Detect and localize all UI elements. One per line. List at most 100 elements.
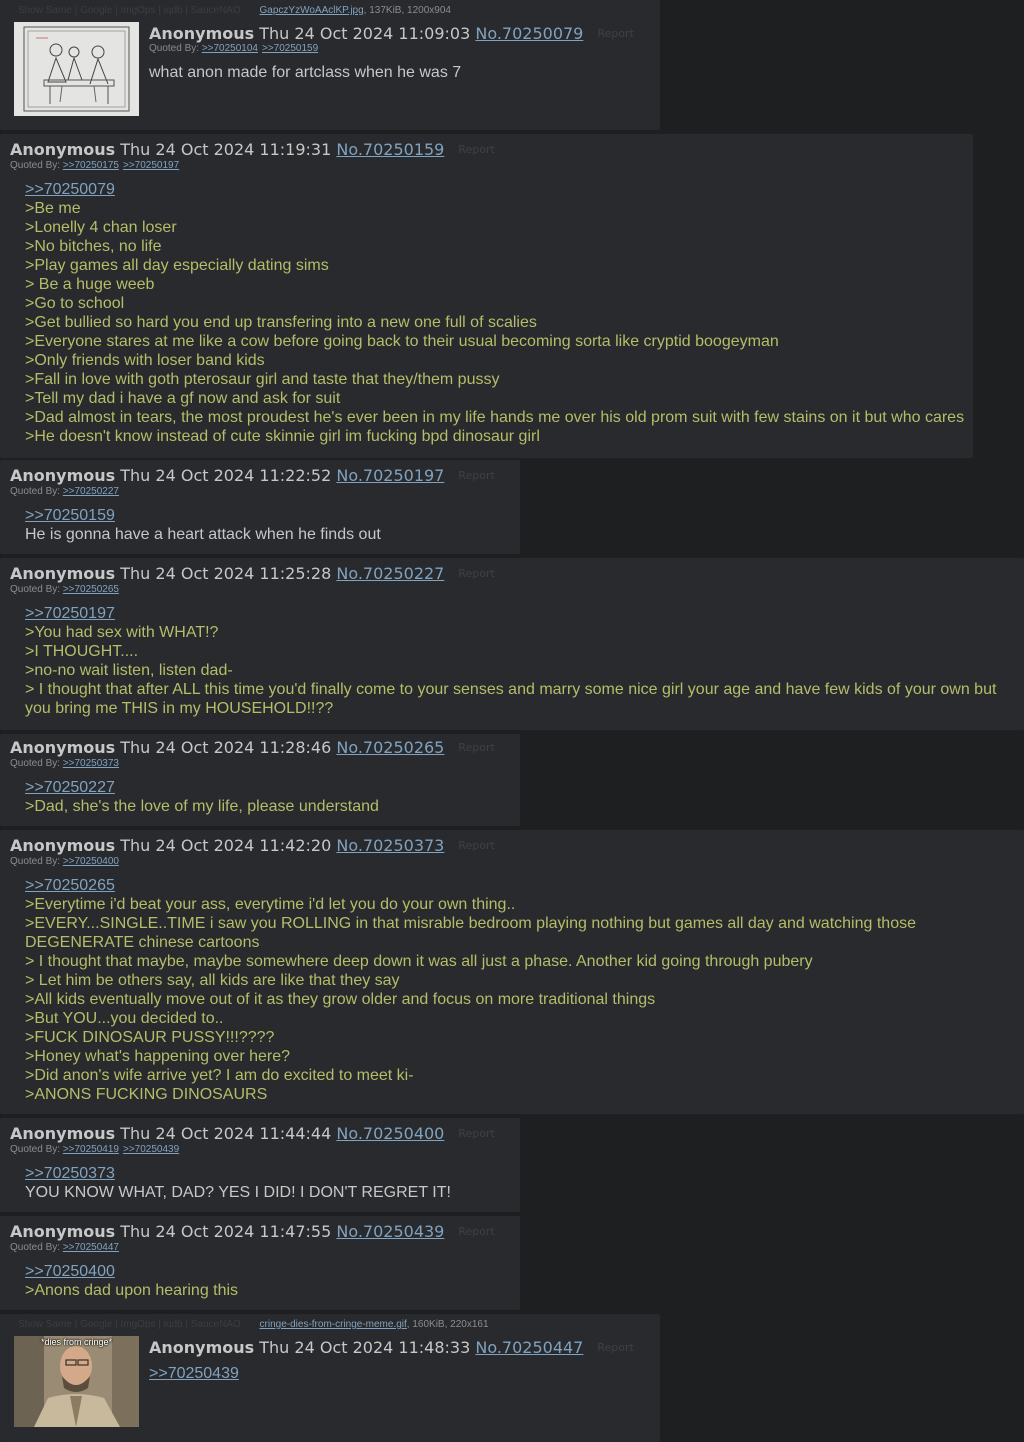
file-option-iqdb[interactable]: iqdb <box>164 5 183 16</box>
message-line: YOU KNOW WHAT, DAD? YES I DID! I DON'T R… <box>25 1184 451 1201</box>
post: Anonymous Thu 24 Oct 2024 11:47:55 No.70… <box>0 1216 520 1310</box>
report-link[interactable]: Report <box>458 839 494 852</box>
file-option-iqdb[interactable]: iqdb <box>164 1319 183 1330</box>
post-number-link[interactable]: No.70250079 <box>475 24 583 43</box>
quote-link[interactable]: >>70250159 <box>25 506 515 525</box>
post-number-link[interactable]: No.70250265 <box>336 738 444 757</box>
greentext-line: > I thought that after ALL this time you… <box>25 681 997 717</box>
post-number-link[interactable]: No.70250447 <box>475 1338 583 1357</box>
greentext-line: >All kids eventually move out of it as t… <box>25 991 656 1008</box>
greentext-line: >Everytime i'd beat your ass, everytime … <box>25 896 516 913</box>
file-name-link[interactable]: GapczYzWoAAclKP.jpg <box>260 5 364 16</box>
post-thumbnail[interactable] <box>14 22 139 116</box>
poster-name: Anonymous <box>10 564 116 583</box>
post-date: Thu 24 Oct 2024 11:44:44 <box>120 1124 332 1143</box>
greentext-line: >Honey what's happening over here? <box>25 1048 291 1065</box>
post-date: Thu 24 Oct 2024 11:22:52 <box>120 466 332 485</box>
post-date: Thu 24 Oct 2024 11:42:20 <box>120 836 332 855</box>
post-header: Anonymous Thu 24 Oct 2024 11:44:44 No.70… <box>10 1124 495 1144</box>
quote-link[interactable]: >>70250439 <box>149 1364 649 1383</box>
backlink[interactable]: >>70250197 <box>123 160 179 171</box>
post-number-link[interactable]: No.70250373 <box>336 836 444 855</box>
post-date: Thu 24 Oct 2024 11:47:55 <box>120 1222 332 1241</box>
file-option-imgops[interactable]: ImgOps <box>120 1319 155 1330</box>
backlink[interactable]: >>70250175 <box>63 160 119 171</box>
post-number-link[interactable]: No.70250227 <box>336 564 444 583</box>
greentext-line: >Go to school <box>25 295 125 312</box>
quoted-by: Quoted By: >>70250447 <box>10 1242 119 1253</box>
quote-link[interactable]: >>70250197 <box>25 604 1010 623</box>
post-header: Anonymous Thu 24 Oct 2024 11:42:20 No.70… <box>10 836 495 856</box>
greentext-line: >No bitches, no life <box>25 238 162 255</box>
post: Anonymous Thu 24 Oct 2024 11:22:52 No.70… <box>0 460 520 554</box>
file-option-google[interactable]: Google <box>80 1319 112 1330</box>
poster-name: Anonymous <box>149 24 255 43</box>
file-info: Show Same | Google | ImgOps | iqdb | Sau… <box>18 5 451 16</box>
file-option-show-same[interactable]: Show Same <box>18 5 72 16</box>
greentext-line: >no-no wait listen, listen dad- <box>25 662 233 679</box>
greentext-line: >Anons dad upon hearing this <box>25 1282 239 1299</box>
report-link[interactable]: Report <box>458 469 494 482</box>
greentext-line: >FUCK DINOSAUR PUSSY!!!???? <box>25 1029 275 1046</box>
file-option-imgops[interactable]: ImgOps <box>120 5 155 16</box>
quoted-by: Quoted By: >>70250227 <box>10 486 119 497</box>
backlink[interactable]: >>70250419 <box>63 1144 119 1155</box>
backlink[interactable]: >>70250373 <box>63 758 119 769</box>
backlink[interactable]: >>70250400 <box>63 856 119 867</box>
post: Anonymous Thu 24 Oct 2024 11:44:44 No.70… <box>0 1118 520 1212</box>
post-number-link[interactable]: No.70250159 <box>336 140 444 159</box>
backlink[interactable]: >>70250104 <box>202 43 258 54</box>
post-message: >>70250439 <box>149 1364 649 1383</box>
message-line: He is gonna have a heart attack when he … <box>25 526 381 543</box>
report-link[interactable]: Report <box>458 741 494 754</box>
quote-link[interactable]: >>70250400 <box>25 1262 515 1281</box>
post-header: Anonymous Thu 24 Oct 2024 11:22:52 No.70… <box>10 466 495 486</box>
quote-link[interactable]: >>70250373 <box>25 1164 515 1183</box>
quote-link[interactable]: >>70250227 <box>25 778 515 797</box>
file-option-saucenao[interactable]: SauceNAO <box>191 1319 241 1330</box>
post-header: Anonymous Thu 24 Oct 2024 11:19:31 No.70… <box>10 140 495 160</box>
quote-link[interactable]: >>70250079 <box>25 180 970 199</box>
file-option-google[interactable]: Google <box>80 5 112 16</box>
greentext-line: >He doesn't know instead of cute skinnie… <box>25 428 540 445</box>
message-line: what anon made for artclass when he was … <box>149 64 462 81</box>
post: Anonymous Thu 24 Oct 2024 11:25:28 No.70… <box>0 558 1024 730</box>
backlink[interactable]: >>70250439 <box>123 1144 179 1155</box>
report-link[interactable]: Report <box>458 567 494 580</box>
post-thumbnail[interactable]: *dies from cringe* <box>14 1336 139 1427</box>
greentext-line: >Only friends with loser band kids <box>25 352 265 369</box>
quoted-by: Quoted By: >>70250265 <box>10 584 119 595</box>
report-link[interactable]: Report <box>597 27 633 40</box>
greentext-line: >Tell my dad i have a gf now and ask for… <box>25 390 341 407</box>
post-number-link[interactable]: No.70250400 <box>336 1124 444 1143</box>
post: Show Same | Google | ImgOps | iqdb | Sau… <box>0 0 660 130</box>
backlink[interactable]: >>70250227 <box>63 486 119 497</box>
greentext-line: > I thought that maybe, maybe somewhere … <box>25 953 813 970</box>
file-option-show-same[interactable]: Show Same <box>18 1319 72 1330</box>
report-link[interactable]: Report <box>597 1341 633 1354</box>
greentext-line: >Fall in love with goth pterosaur girl a… <box>25 371 500 388</box>
post-date: Thu 24 Oct 2024 11:28:46 <box>120 738 332 757</box>
greentext-line: >Get bullied so hard you end up transfer… <box>25 314 537 331</box>
file-option-saucenao[interactable]: SauceNAO <box>191 5 241 16</box>
quote-link[interactable]: >>70250265 <box>25 876 945 895</box>
drawing-image-icon <box>23 26 130 112</box>
post-header: Anonymous Thu 24 Oct 2024 11:48:33 No.70… <box>149 1338 634 1358</box>
post-message: >>70250159 He is gonna have a heart atta… <box>25 506 515 544</box>
backlink[interactable]: >>70250265 <box>63 584 119 595</box>
greentext-line: > Let him be others say, all kids are li… <box>25 972 400 989</box>
report-link[interactable]: Report <box>458 1225 494 1238</box>
post-number-link[interactable]: No.70250439 <box>336 1222 444 1241</box>
post-number-link[interactable]: No.70250197 <box>336 466 444 485</box>
report-link[interactable]: Report <box>458 1127 494 1140</box>
greentext-line: > Be a huge weeb <box>25 276 155 293</box>
poster-name: Anonymous <box>10 140 116 159</box>
poster-name: Anonymous <box>149 1338 255 1357</box>
poster-name: Anonymous <box>10 836 116 855</box>
backlink[interactable]: >>70250159 <box>262 43 318 54</box>
post-header: Anonymous Thu 24 Oct 2024 11:25:28 No.70… <box>10 564 495 584</box>
file-name-link[interactable]: cringe-dies-from-cringe-meme.gif <box>260 1319 407 1330</box>
backlink[interactable]: >>70250447 <box>63 1242 119 1253</box>
report-link[interactable]: Report <box>458 143 494 156</box>
quoted-by: Quoted By: >>70250373 <box>10 758 119 769</box>
